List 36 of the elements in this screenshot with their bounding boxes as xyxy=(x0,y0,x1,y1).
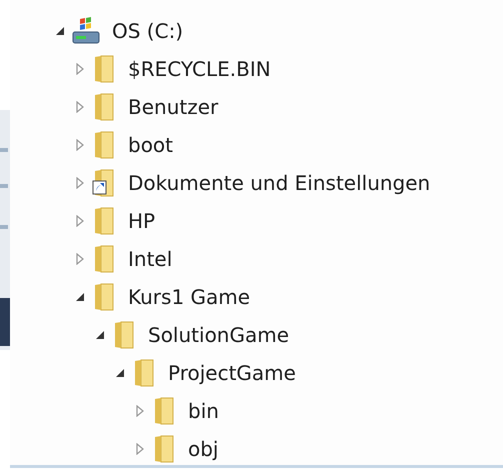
tree-item[interactable]: Intel xyxy=(128,247,172,271)
tree-item[interactable]: $RECYCLE.BIN xyxy=(128,57,271,81)
expand-arrow[interactable] xyxy=(74,215,86,227)
tree-item[interactable]: Kurs1 Game xyxy=(128,285,250,309)
expand-arrow[interactable] xyxy=(74,177,86,189)
expand-arrow[interactable] xyxy=(134,443,146,455)
tree-item[interactable]: OS (C:) xyxy=(112,19,184,43)
folder-icon xyxy=(92,282,116,312)
collapse-arrow[interactable] xyxy=(54,25,66,37)
folder-icon xyxy=(92,206,116,236)
folder-icon xyxy=(92,244,116,274)
expand-arrow[interactable] xyxy=(74,63,86,75)
folder-shortcut-icon xyxy=(92,168,116,198)
collapse-arrow[interactable] xyxy=(114,367,126,379)
tree-item[interactable]: obj xyxy=(188,437,218,461)
tree-item[interactable]: SolutionGame xyxy=(148,323,290,347)
folder-icon xyxy=(92,92,116,122)
tree-item[interactable]: boot xyxy=(128,133,174,157)
expand-arrow[interactable] xyxy=(74,101,86,113)
drive-icon xyxy=(72,16,100,46)
expand-arrow[interactable] xyxy=(74,253,86,265)
tree-item[interactable]: HP xyxy=(128,209,156,233)
collapse-arrow[interactable] xyxy=(94,329,106,341)
folder-icon xyxy=(152,396,176,426)
tree-item[interactable]: Benutzer xyxy=(128,95,218,119)
expand-arrow[interactable] xyxy=(74,139,86,151)
folder-icon xyxy=(92,130,116,160)
folder-icon xyxy=(112,320,136,350)
expand-arrow[interactable] xyxy=(134,405,146,417)
tree-item[interactable]: ProjectGame xyxy=(168,361,296,385)
folder-icon xyxy=(132,358,156,388)
folder-icon xyxy=(152,434,176,464)
tree-item[interactable]: Dokumente und Einstellungen xyxy=(128,171,430,195)
folder-icon xyxy=(92,54,116,84)
tree-item[interactable]: bin xyxy=(188,399,219,423)
collapse-arrow[interactable] xyxy=(74,291,86,303)
